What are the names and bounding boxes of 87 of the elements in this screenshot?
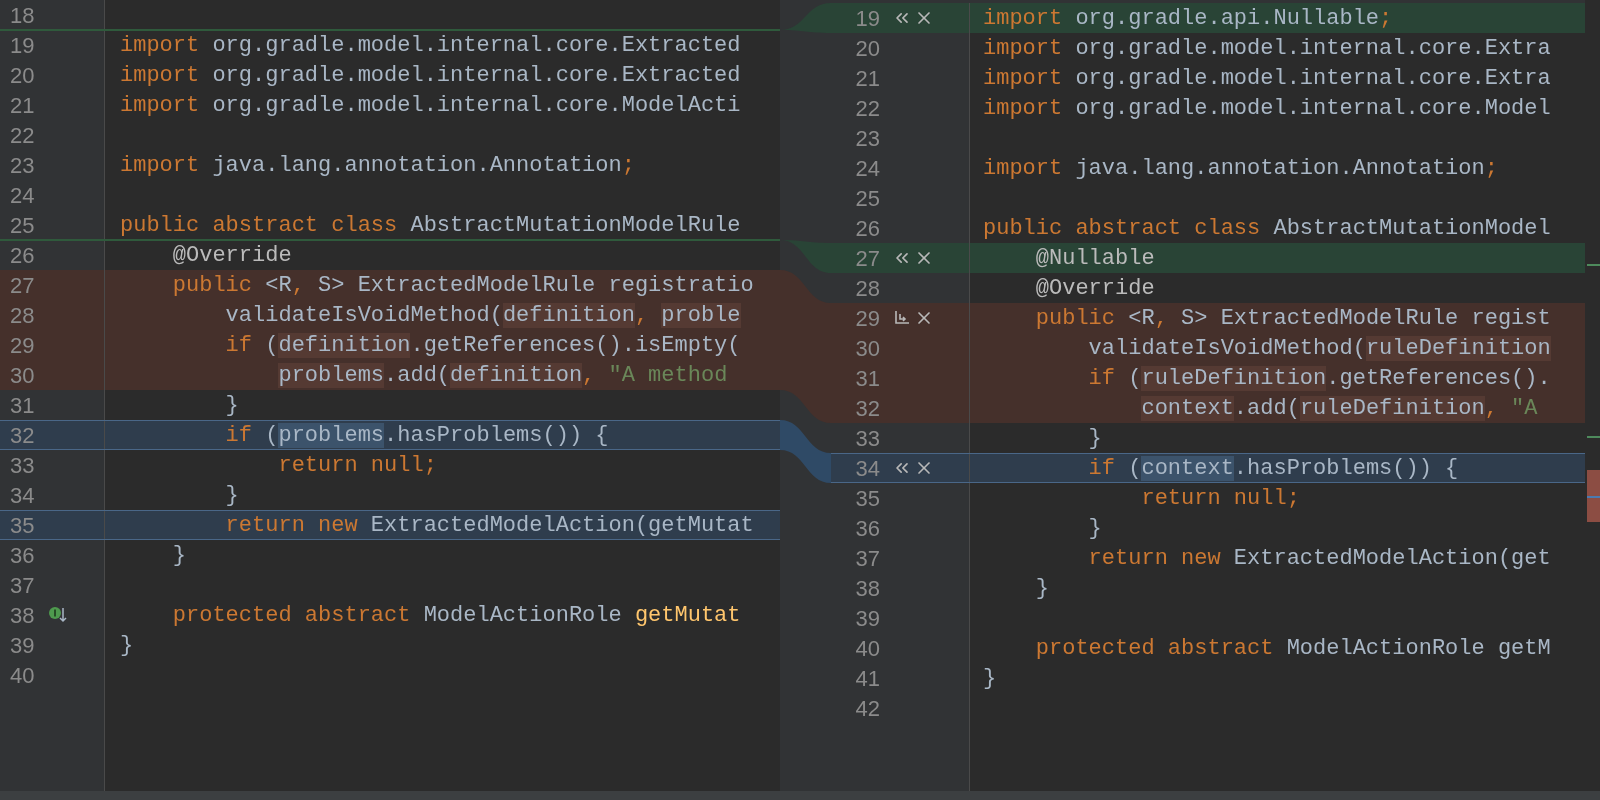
code-line: } xyxy=(1034,574,1049,603)
line-number: 25 xyxy=(854,184,880,213)
line-number: 38 xyxy=(854,574,880,603)
line-number: 24 xyxy=(854,154,880,183)
line-number: 22 xyxy=(854,94,880,123)
code-line: @Nullable xyxy=(1034,244,1155,273)
line-number: 34 xyxy=(9,481,36,510)
code-line: public <R, S> ExtractedModelRule regist xyxy=(1034,304,1551,333)
line-number: 37 xyxy=(854,544,880,573)
line-number: 40 xyxy=(854,634,880,663)
code-line: public <R, S> ExtractedModelRule registratio xyxy=(171,271,754,300)
line-number: 23 xyxy=(854,124,880,153)
code-line: @Override xyxy=(171,241,292,270)
line-number: 25 xyxy=(9,211,36,240)
line-number: 19 xyxy=(854,4,880,33)
code-line: import java.lang.annotation.Annotation; xyxy=(983,154,1498,183)
code-line: return null; xyxy=(277,451,437,480)
line-number: 19 xyxy=(9,31,36,60)
code-line: @Override xyxy=(1034,274,1155,303)
line-number: 32 xyxy=(854,394,880,423)
line-number: 30 xyxy=(9,361,36,390)
line-number: 21 xyxy=(854,64,880,93)
line-number: 33 xyxy=(854,424,880,453)
code-line: context.add(ruleDefinition, "A xyxy=(1140,394,1538,423)
line-number: 39 xyxy=(9,631,36,660)
code-line: } xyxy=(224,391,239,420)
line-number: 32 xyxy=(9,421,36,450)
code-line: if (definition.getReferences().isEmpty( xyxy=(224,331,741,360)
line-number: 21 xyxy=(9,91,36,120)
code-line: import org.gradle.model.internal.core.Extra xyxy=(983,64,1551,93)
line-number: 22 xyxy=(9,121,36,150)
line-number: 40 xyxy=(9,661,36,690)
line-number: 27 xyxy=(9,271,36,300)
code-line: protected abstract ModelActionRole getMutat xyxy=(171,601,741,630)
code-line: return new ExtractedModelAction(getMutat xyxy=(224,511,754,539)
line-number: 37 xyxy=(9,571,36,600)
code-line: } xyxy=(120,631,134,660)
code-line: if (ruleDefinition.getReferences(). xyxy=(1087,364,1551,393)
code-line: } xyxy=(1087,424,1102,453)
line-number: 33 xyxy=(9,451,36,480)
line-number: 26 xyxy=(854,214,880,243)
line-number: 28 xyxy=(9,301,36,330)
code-line: } xyxy=(171,541,186,570)
line-number: 39 xyxy=(854,604,880,633)
code-line: public abstract class AbstractMutationModelRule xyxy=(120,211,741,240)
code-line: import org.gradle.model.internal.core.Extracted xyxy=(120,61,741,90)
code-line: import java.lang.annotation.Annotation; xyxy=(120,151,635,180)
line-number: 31 xyxy=(9,391,36,420)
code-line: validateIsVoidMethod(ruleDefinition xyxy=(1087,334,1551,363)
line-number: 31 xyxy=(854,364,880,393)
code-line: if (problems.hasProblems()) { xyxy=(224,421,609,449)
line-number: 36 xyxy=(854,514,880,543)
code-line: return new ExtractedModelAction(get xyxy=(1087,544,1551,573)
line-number: 41 xyxy=(854,664,880,693)
line-number: 28 xyxy=(854,274,880,303)
code-line: import org.gradle.model.internal.core.Extracted xyxy=(120,31,741,60)
line-number: 38 xyxy=(9,601,36,630)
code-line: import org.gradle.api.Nullable; xyxy=(983,4,1393,33)
code-line: validateIsVoidMethod(definition, proble xyxy=(224,301,741,330)
code-line: if (context.hasProblems()) { xyxy=(1087,454,1459,482)
line-number: 35 xyxy=(854,484,880,513)
code-line: } xyxy=(224,481,239,510)
code-line: import org.gradle.model.internal.core.ModelActi xyxy=(120,91,741,120)
line-number: 35 xyxy=(9,511,36,540)
code-line: import org.gradle.model.internal.core.Model xyxy=(983,94,1551,123)
code-line: public abstract class AbstractMutationModel xyxy=(983,214,1551,243)
line-number: 42 xyxy=(854,694,880,723)
line-number: 18 xyxy=(9,1,36,30)
code-line: problems.add(definition, "A method xyxy=(277,361,728,390)
line-number: 20 xyxy=(9,61,36,90)
line-number: 20 xyxy=(854,34,880,63)
line-number: 26 xyxy=(9,241,36,270)
code-line: import org.gradle.model.internal.core.Extra xyxy=(983,34,1551,63)
line-number: 36 xyxy=(9,541,36,570)
code-line: } xyxy=(983,664,997,693)
code-line: protected abstract ModelActionRole getM xyxy=(1034,634,1551,663)
line-number: 30 xyxy=(854,334,880,363)
line-number: 23 xyxy=(9,151,36,180)
horizontal-scrollbar[interactable] xyxy=(0,791,1600,800)
line-number: 34 xyxy=(854,454,880,483)
line-number: 24 xyxy=(9,181,36,210)
line-number: 29 xyxy=(854,304,880,333)
line-number: 29 xyxy=(9,331,36,360)
circle-down-arrow-icon[interactable] xyxy=(48,605,68,625)
line-number: 27 xyxy=(854,244,880,273)
code-line: } xyxy=(1087,514,1102,543)
code-line: return null; xyxy=(1140,484,1300,513)
